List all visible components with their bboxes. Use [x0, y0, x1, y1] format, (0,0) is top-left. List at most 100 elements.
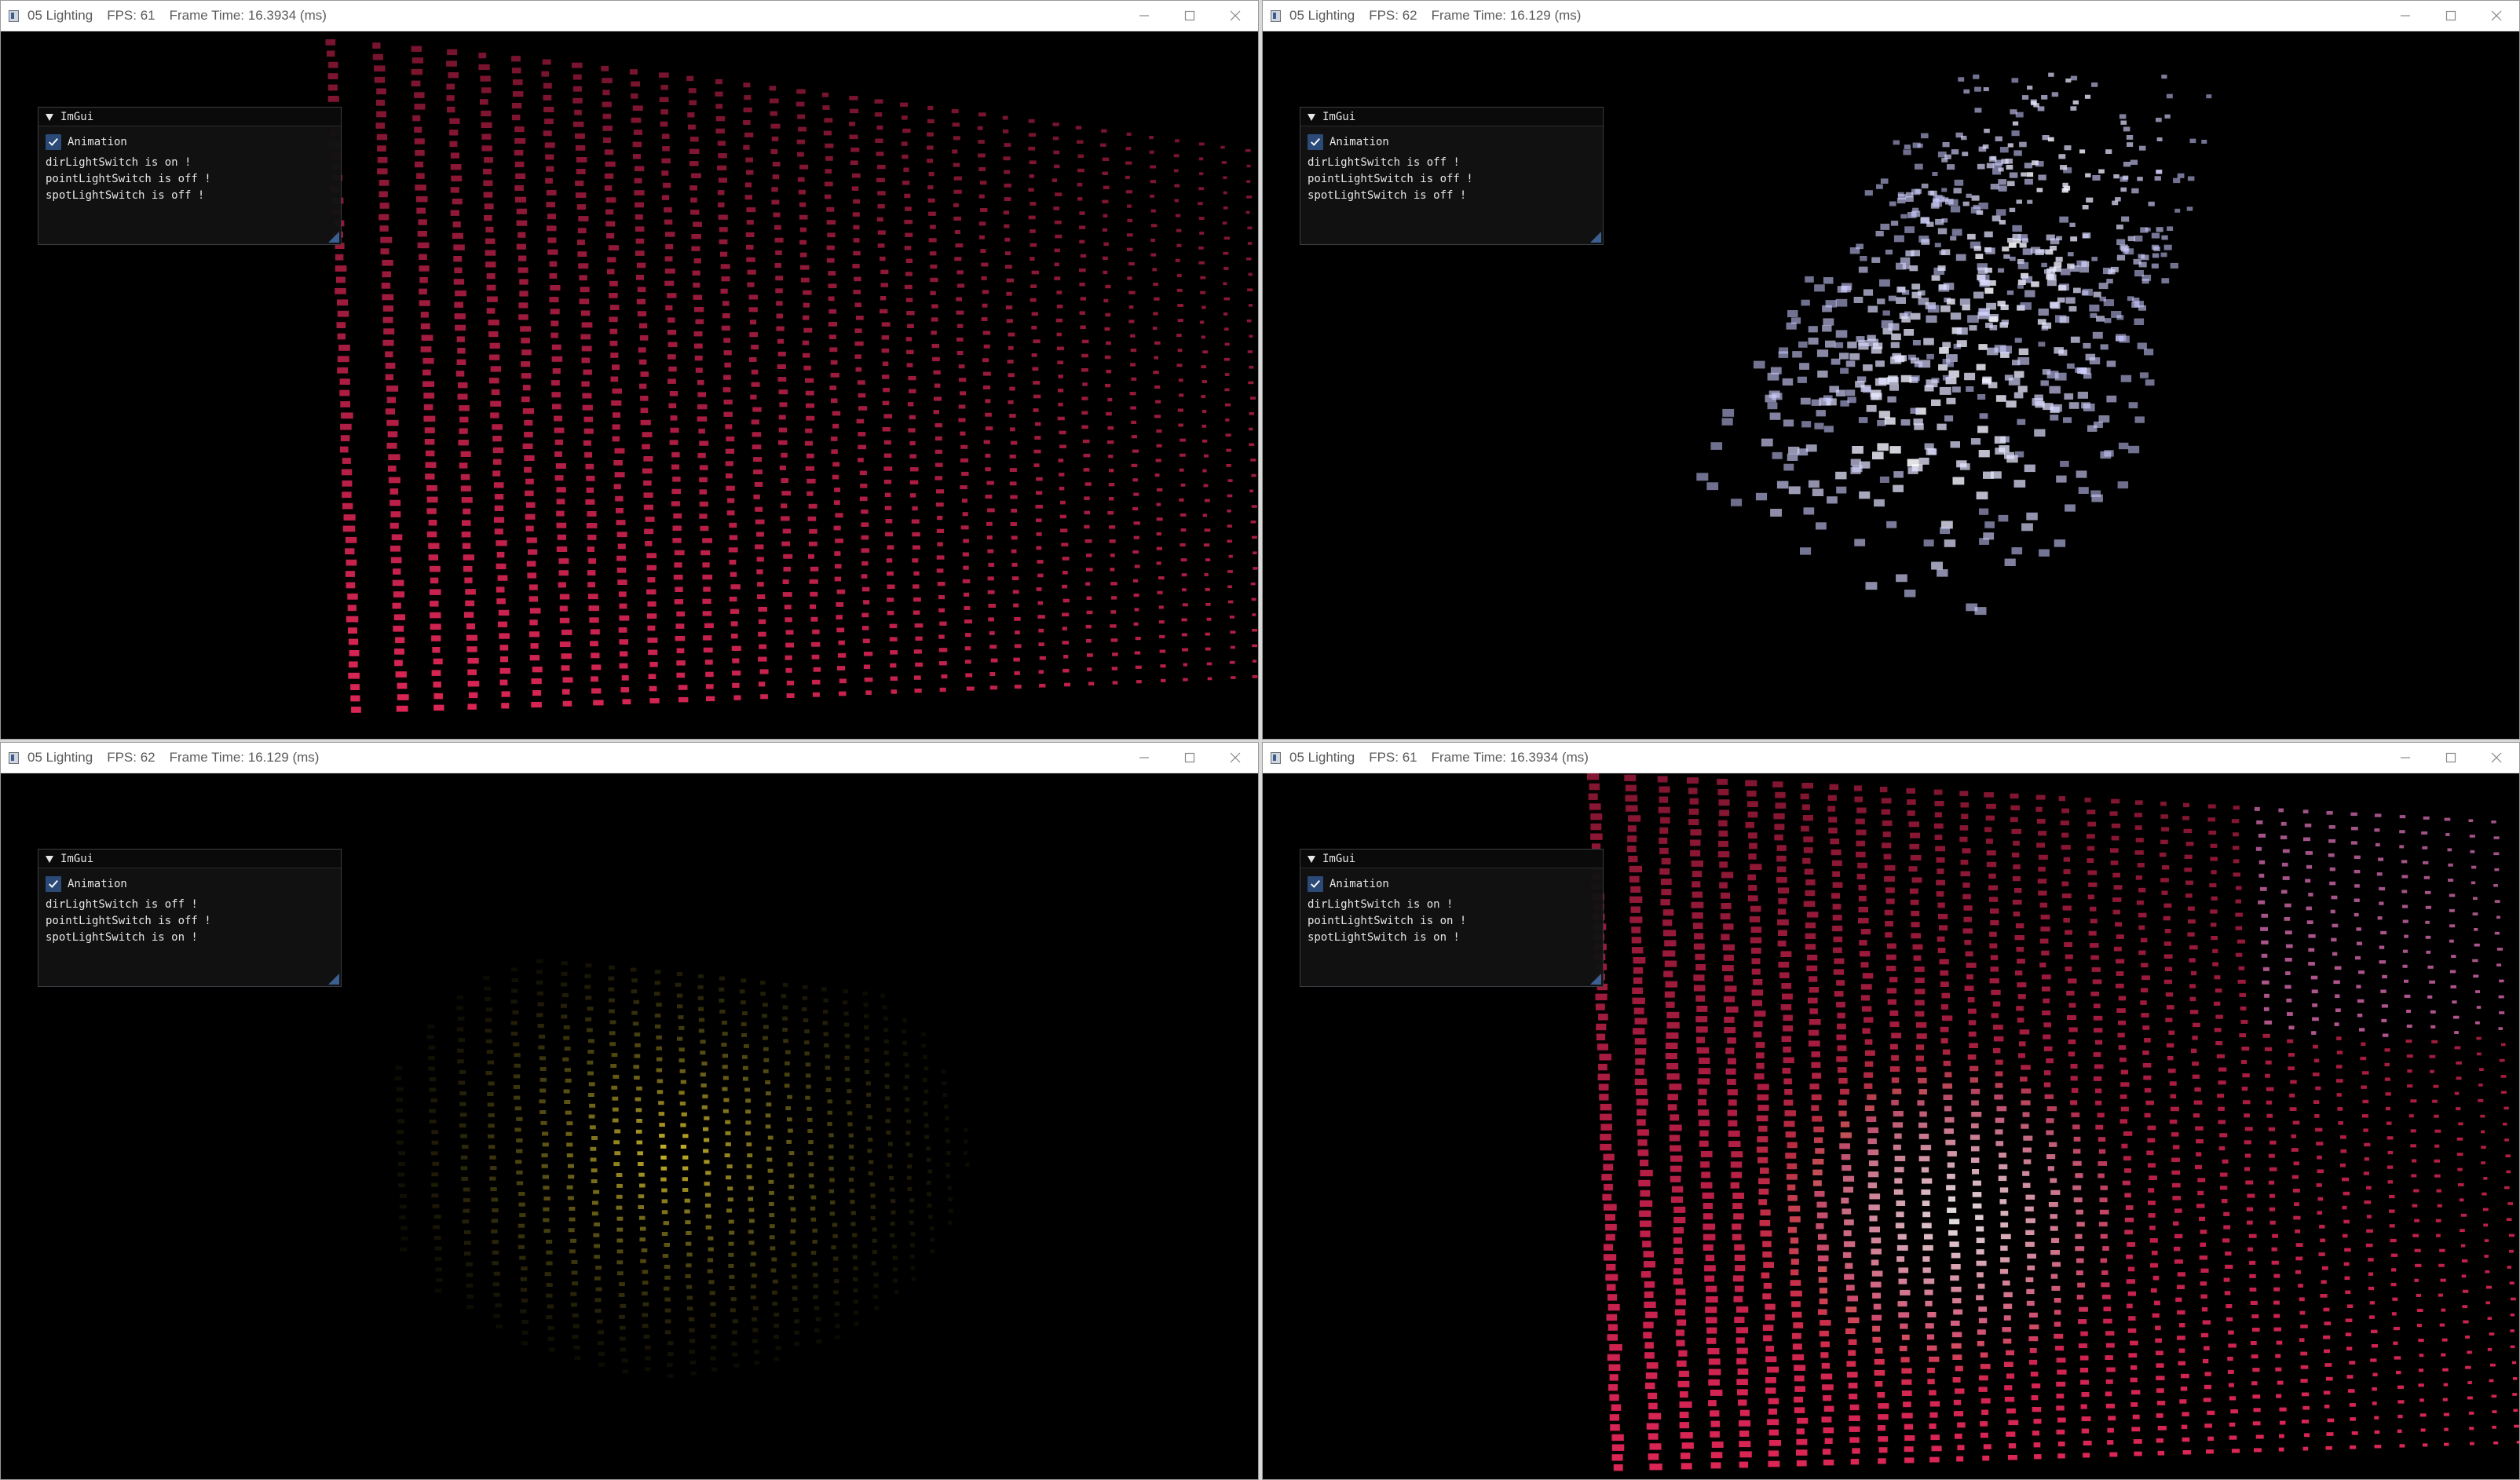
- cube-mark: [2120, 1057, 2127, 1062]
- animation-checkbox-row[interactable]: Animation: [1308, 133, 1596, 152]
- animation-checkbox[interactable]: [46, 876, 61, 892]
- imgui-title-bar[interactable]: ImGui: [38, 850, 341, 868]
- maximize-button[interactable]: [2428, 1, 2474, 31]
- minimize-button[interactable]: [2383, 1, 2428, 31]
- cube-mark: [2134, 825, 2142, 830]
- render-window[interactable]: 05 Lighting FPS: 62 Frame Time: 16.129 (…: [1262, 0, 2520, 740]
- close-button[interactable]: [1212, 1, 1258, 31]
- render-window[interactable]: 05 Lighting FPS: 62 Frame Time: 16.129 (…: [0, 742, 1259, 1480]
- maximize-button[interactable]: [1167, 1, 1212, 31]
- cube-mark: [805, 1073, 811, 1078]
- cube-mark: [2346, 1375, 2354, 1379]
- cube-mark: [1664, 991, 1675, 998]
- close-button[interactable]: [1212, 743, 1258, 773]
- cube-mark: [965, 633, 971, 638]
- cube-mark: [2237, 939, 2245, 944]
- cube-mark: [1033, 463, 1040, 467]
- cube-mark: [622, 1369, 628, 1374]
- cube-mark: [1781, 1036, 1791, 1043]
- cube-mark: [1877, 443, 1889, 451]
- cube-mark: [1887, 943, 1896, 949]
- cube-mark: [2406, 1054, 2413, 1058]
- close-button[interactable]: [2474, 1, 2519, 31]
- minimize-button[interactable]: [2383, 743, 2428, 773]
- cube-mark: [635, 202, 644, 208]
- cube-mark: [485, 1029, 492, 1033]
- title-bar[interactable]: 05 Lighting FPS: 62 Frame Time: 16.129 (…: [1263, 1, 2519, 31]
- cube-mark: [877, 230, 886, 235]
- imgui-title-bar[interactable]: ImGui: [1300, 108, 1603, 126]
- cube-mark: [1103, 270, 1108, 275]
- cube-mark: [488, 320, 499, 326]
- cube-mark: [1836, 486, 1847, 494]
- title-bar[interactable]: 05 Lighting FPS: 61 Frame Time: 16.3934 …: [1263, 743, 2519, 773]
- render-viewport[interactable]: ImGui Animation dirLightSwitch is on ! p…: [1, 31, 1258, 739]
- cube-mark: [1062, 584, 1068, 589]
- render-viewport[interactable]: ImGui Animation dirLightSwitch is off ! …: [1263, 31, 2519, 739]
- cube-mark: [657, 1079, 664, 1084]
- resize-grip[interactable]: [328, 232, 339, 243]
- cube-mark: [908, 428, 916, 433]
- cube-mark: [1102, 199, 1109, 203]
- cube-mark: [388, 454, 400, 461]
- cube-mark: [529, 608, 541, 614]
- cube-mark: [691, 173, 701, 178]
- render-viewport[interactable]: ImGui Animation dirLightSwitch is off ! …: [1, 773, 1258, 1479]
- cube-mark: [2308, 962, 2315, 966]
- collapse-triangle-icon[interactable]: [1307, 112, 1316, 122]
- minimize-button[interactable]: [1121, 1, 1167, 31]
- cube-mark: [1670, 1114, 1680, 1121]
- title-bar[interactable]: 05 Lighting FPS: 61 Frame Time: 16.3934 …: [1, 1, 1258, 31]
- cube-mark: [1704, 1265, 1716, 1272]
- render-window[interactable]: 05 Lighting FPS: 61 Frame Time: 16.3934 …: [0, 0, 1259, 740]
- cube-mark: [2083, 404, 2095, 411]
- maximize-button[interactable]: [1167, 743, 1212, 773]
- maximize-button[interactable]: [2428, 743, 2474, 773]
- minimize-button[interactable]: [1121, 743, 1167, 773]
- imgui-panel[interactable]: ImGui Animation dirLightSwitch is off ! …: [38, 849, 342, 987]
- cube-mark: [2115, 959, 2125, 964]
- cube-mark: [690, 210, 700, 215]
- cube-mark: [924, 1124, 929, 1128]
- animation-checkbox-row[interactable]: Animation: [46, 875, 335, 893]
- resize-grip[interactable]: [1590, 232, 1601, 243]
- imgui-title-bar[interactable]: ImGui: [38, 108, 341, 126]
- cube-mark: [809, 541, 817, 546]
- cube-mark: [460, 1134, 467, 1138]
- cube-mark: [431, 635, 441, 641]
- cube-mark: [499, 633, 510, 639]
- cube-mark: [1816, 349, 1829, 357]
- cube-mark: [1695, 953, 1705, 960]
- cube-mark: [2240, 1019, 2248, 1024]
- animation-checkbox[interactable]: [46, 134, 61, 150]
- render-viewport[interactable]: ImGui Animation dirLightSwitch is on ! p…: [1263, 773, 2519, 1479]
- cube-mark: [1757, 1094, 1769, 1101]
- cube-mark: [2284, 957, 2292, 962]
- resize-grip[interactable]: [328, 974, 339, 985]
- animation-checkbox[interactable]: [1308, 134, 1323, 150]
- cube-mark: [926, 1180, 931, 1185]
- cube-mark: [791, 1218, 796, 1222]
- cube-mark: [876, 177, 885, 183]
- cube-mark: [425, 450, 435, 457]
- cube-mark: [745, 1098, 752, 1103]
- cube-mark: [542, 59, 551, 65]
- cube-mark: [430, 1098, 437, 1102]
- cube-mark: [1864, 1105, 1874, 1111]
- animation-checkbox-row[interactable]: Animation: [46, 133, 335, 152]
- cube-mark: [722, 1054, 728, 1058]
- cube-mark: [1722, 408, 1735, 417]
- frame-time-readout: Frame Time: 16.129 (ms): [1431, 8, 1582, 23]
- close-button[interactable]: [2474, 743, 2519, 773]
- cube-mark: [2054, 261, 2062, 268]
- collapse-triangle-icon[interactable]: [45, 854, 54, 864]
- collapse-triangle-icon[interactable]: [45, 112, 54, 122]
- imgui-panel[interactable]: ImGui Animation dirLightSwitch is off ! …: [1300, 107, 1604, 245]
- imgui-panel[interactable]: ImGui Animation dirLightSwitch is on ! p…: [38, 107, 342, 245]
- cube-mark: [1935, 846, 1945, 852]
- title-bar[interactable]: 05 Lighting FPS: 62 Frame Time: 16.129 (…: [1, 743, 1258, 773]
- render-window[interactable]: 05 Lighting FPS: 61 Frame Time: 16.3934 …: [1262, 742, 2520, 1480]
- cube-mark: [606, 232, 615, 239]
- cube-mark: [2318, 1252, 2325, 1256]
- cube-mark: [1806, 965, 1818, 971]
